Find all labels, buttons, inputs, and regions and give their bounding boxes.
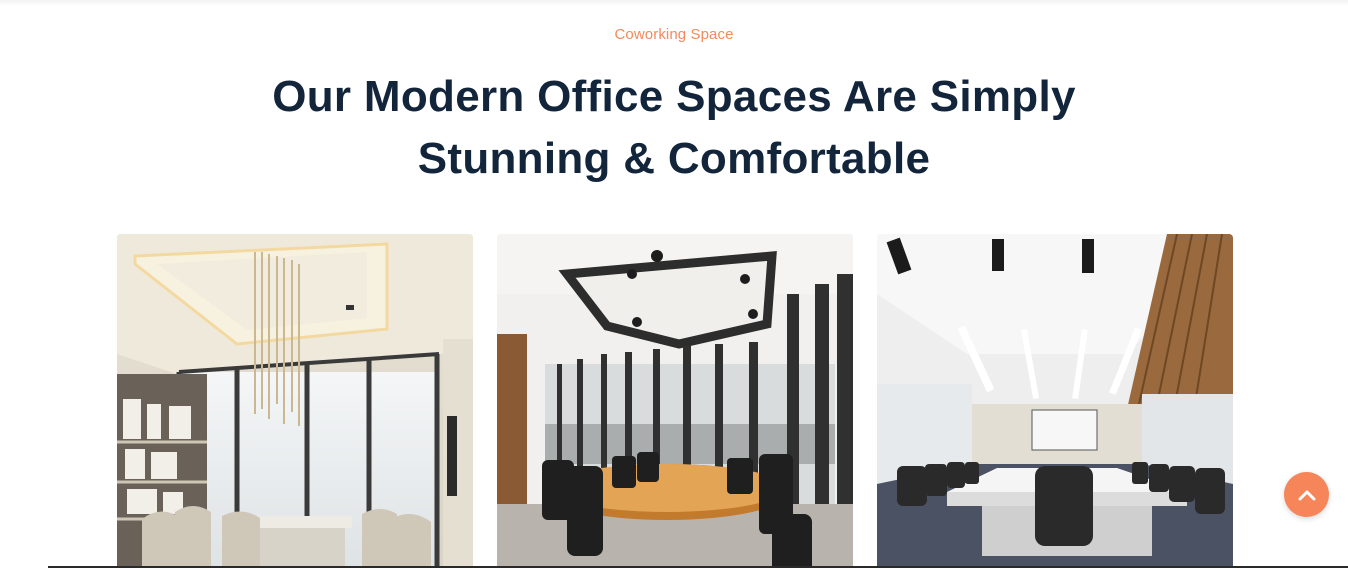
office-image-boardroom[interactable]: [497, 234, 853, 568]
section-title-line-2: Stunning & Comfortable: [417, 134, 931, 183]
conference-hall-photo: [877, 234, 1233, 568]
section-title-line-1: Our Modern Office Spaces Are Simply: [272, 72, 1076, 121]
header-shadow: [0, 0, 1348, 6]
office-image-meeting-room[interactable]: [117, 234, 473, 568]
section-eyebrow: Coworking Space: [614, 26, 734, 43]
section-title: Our Modern Office Spaces Are Simply Stun…: [224, 66, 1124, 190]
office-image-conference-hall[interactable]: [877, 234, 1233, 568]
scroll-to-top-button[interactable]: [1284, 472, 1329, 517]
chevron-up-icon: [1298, 490, 1315, 500]
boardroom-photo: [497, 234, 853, 568]
meeting-room-photo: [117, 234, 473, 568]
